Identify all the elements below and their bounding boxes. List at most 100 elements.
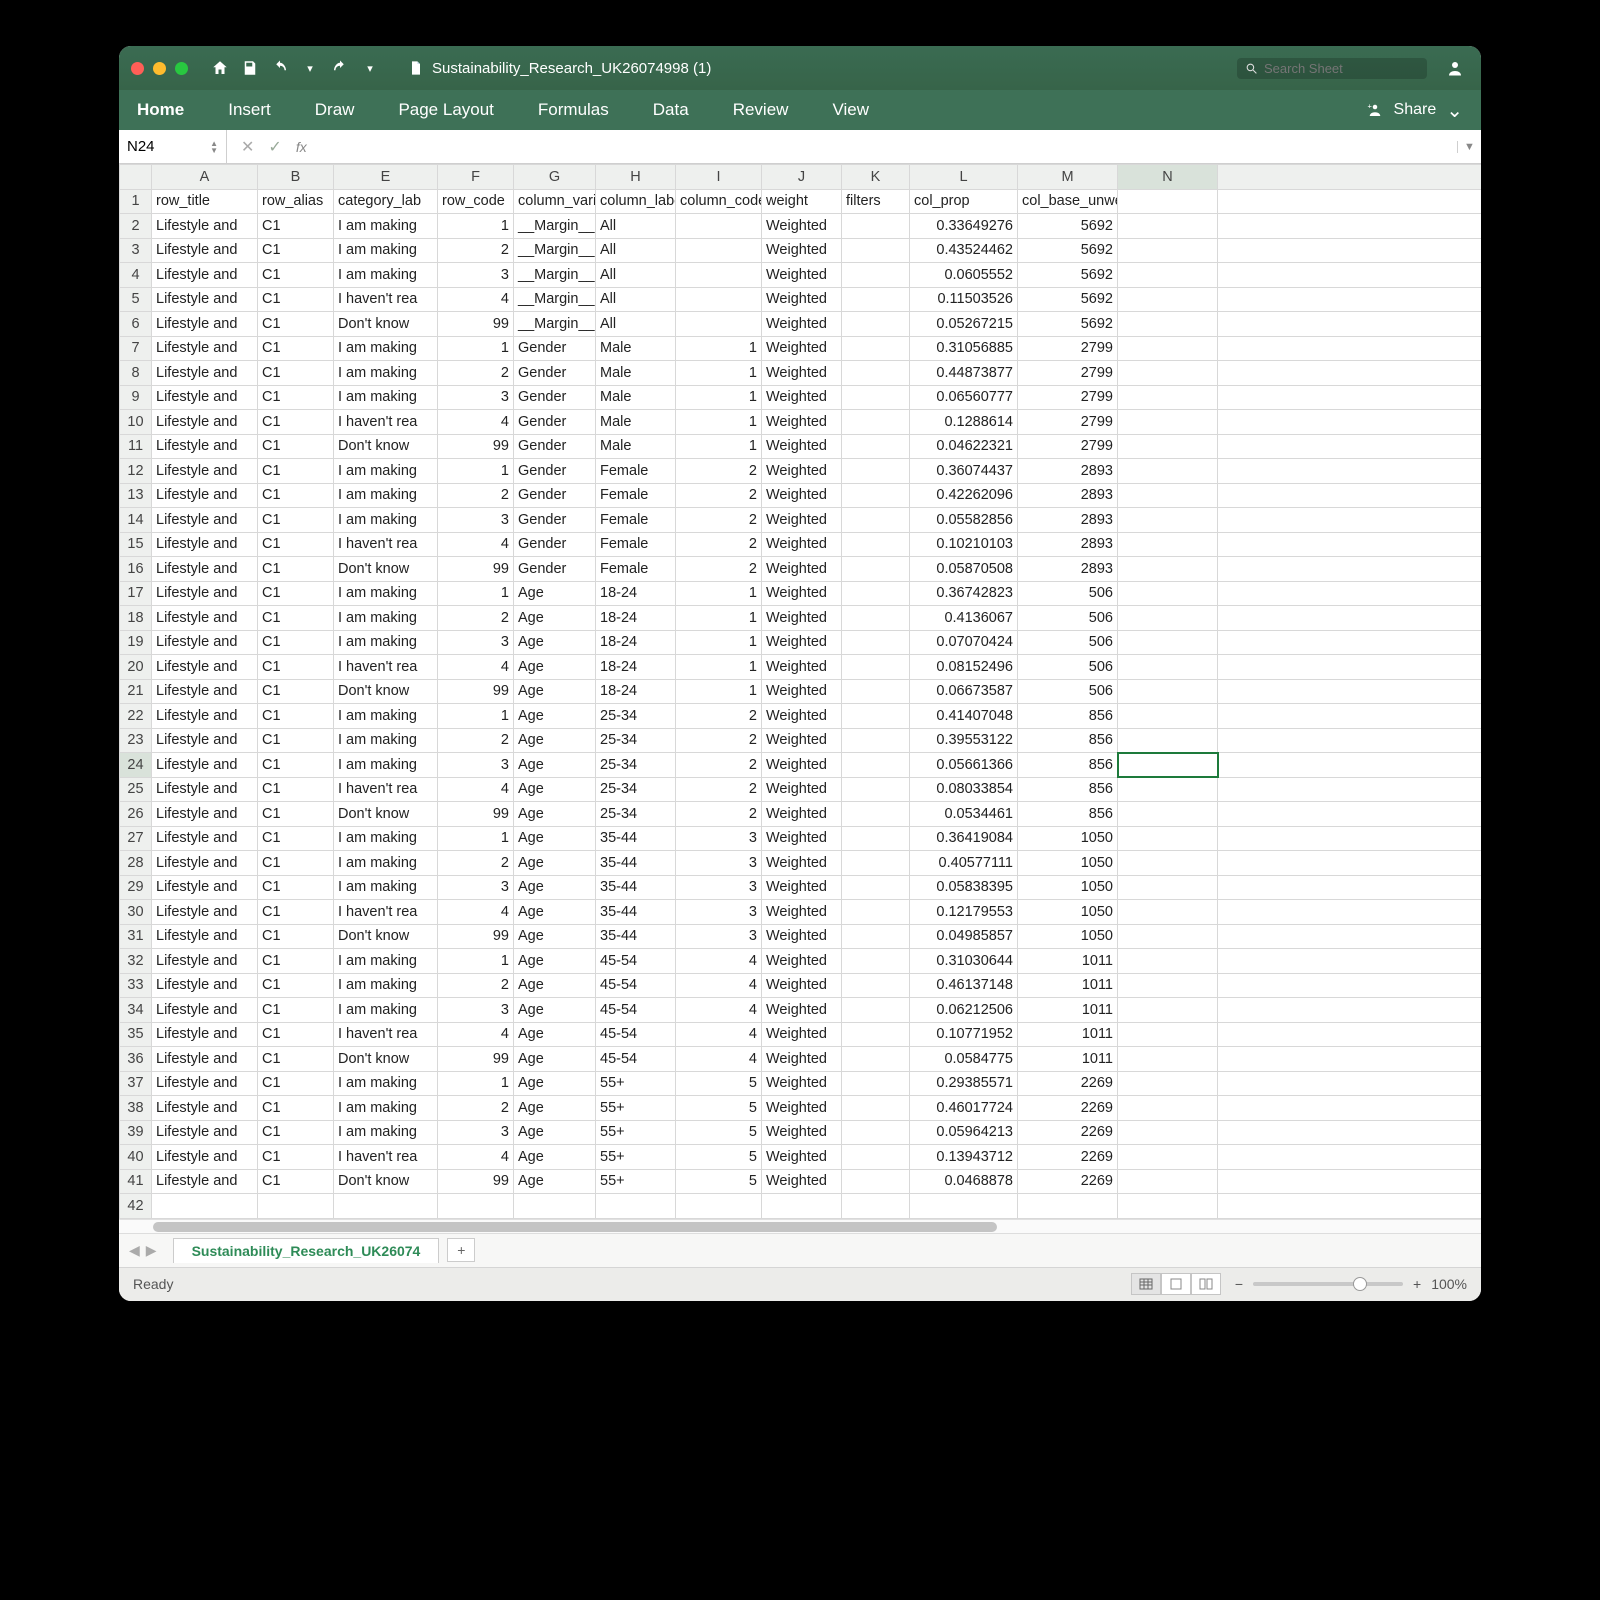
row-header[interactable]: 41 [120,1169,152,1194]
zoom-out-button[interactable]: − [1235,1276,1243,1292]
cell[interactable]: I haven't rea [334,777,438,802]
cell[interactable]: 2 [676,802,762,827]
cell[interactable] [842,238,910,263]
cell[interactable]: 99 [438,679,514,704]
cell[interactable]: Age [514,581,596,606]
cell[interactable]: 0.06560777 [910,385,1018,410]
cell[interactable]: C1 [258,459,334,484]
cell[interactable]: C1 [258,1120,334,1145]
cell[interactable]: 1050 [1018,826,1118,851]
cell[interactable]: Lifestyle and [152,459,258,484]
cell[interactable]: Weighted [762,851,842,876]
cell[interactable]: Lifestyle and [152,1120,258,1145]
cell[interactable]: 0.39553122 [910,728,1018,753]
cell[interactable]: Weighted [762,1071,842,1096]
cell[interactable]: 25-34 [596,728,676,753]
cell[interactable]: Age [514,1022,596,1047]
cell[interactable] [676,1194,762,1219]
cell[interactable]: Lifestyle and [152,802,258,827]
cell[interactable]: 35-44 [596,875,676,900]
cell[interactable] [842,826,910,851]
cell[interactable]: 3 [438,263,514,288]
cell[interactable]: 1 [438,949,514,974]
cell[interactable]: 2 [676,704,762,729]
cell[interactable]: Lifestyle and [152,924,258,949]
cell[interactable]: C1 [258,924,334,949]
row-header[interactable]: 2 [120,214,152,239]
cell[interactable]: 99 [438,1169,514,1194]
cell[interactable]: I am making [334,851,438,876]
cell[interactable] [1118,875,1218,900]
cell[interactable]: col_base_unweighted [1018,189,1118,214]
cell[interactable] [1118,1022,1218,1047]
cell[interactable]: 2 [438,851,514,876]
cell[interactable]: I am making [334,630,438,655]
cell[interactable] [842,606,910,631]
row-header[interactable]: 26 [120,802,152,827]
cell[interactable]: 1011 [1018,973,1118,998]
row-header[interactable]: 24 [120,753,152,778]
cell[interactable]: Weighted [762,508,842,533]
next-sheet-icon[interactable]: ▶ [146,1242,157,1259]
row-header[interactable]: 37 [120,1071,152,1096]
cell[interactable]: 1011 [1018,1022,1118,1047]
cell[interactable]: 3 [438,1120,514,1145]
cell[interactable]: 55+ [596,1071,676,1096]
tab-page-layout[interactable]: Page Layout [398,100,493,120]
cell[interactable]: 35-44 [596,851,676,876]
cell[interactable]: Lifestyle and [152,875,258,900]
cell[interactable]: C1 [258,263,334,288]
cell[interactable]: 1 [438,1071,514,1096]
cell[interactable]: 4 [438,777,514,802]
cell[interactable]: Male [596,385,676,410]
cell[interactable]: 2893 [1018,459,1118,484]
cell[interactable]: 45-54 [596,949,676,974]
normal-view-button[interactable] [1131,1273,1161,1295]
redo-icon[interactable] [326,59,354,77]
cell[interactable]: column_varia [514,189,596,214]
cell[interactable]: 4 [438,532,514,557]
column-header-M[interactable]: M [1018,165,1118,190]
prev-sheet-icon[interactable]: ◀ [129,1242,140,1259]
cell[interactable]: 35-44 [596,924,676,949]
cell[interactable] [842,777,910,802]
cell[interactable]: 0.0584775 [910,1047,1018,1072]
cell[interactable]: C1 [258,704,334,729]
row-header[interactable]: 10 [120,410,152,435]
row-header[interactable]: 18 [120,606,152,631]
cell[interactable]: Weighted [762,336,842,361]
cell[interactable]: Lifestyle and [152,263,258,288]
cell[interactable]: category_lab [334,189,438,214]
cell[interactable]: Age [514,900,596,925]
cell[interactable] [762,1194,842,1219]
cell[interactable]: Age [514,1145,596,1170]
cell[interactable]: 2 [676,532,762,557]
cell[interactable]: Age [514,875,596,900]
cell[interactable]: Lifestyle and [152,214,258,239]
cell[interactable]: 1 [676,385,762,410]
row-header[interactable]: 28 [120,851,152,876]
cell[interactable]: I am making [334,973,438,998]
cell[interactable]: 0.12179553 [910,900,1018,925]
cell[interactable]: 55+ [596,1169,676,1194]
cell[interactable] [334,1194,438,1219]
cell[interactable]: 5692 [1018,312,1118,337]
cell[interactable]: Weighted [762,949,842,974]
cell[interactable]: 1 [676,655,762,680]
cell[interactable] [842,483,910,508]
cell[interactable]: Age [514,1169,596,1194]
cell[interactable]: 18-24 [596,655,676,680]
cell[interactable] [1118,679,1218,704]
cell[interactable]: Weighted [762,875,842,900]
cell[interactable]: All [596,238,676,263]
cell[interactable]: Weighted [762,361,842,386]
column-header-N[interactable]: N [1118,165,1218,190]
name-box[interactable]: N24 ▲▼ [119,130,227,163]
row-header[interactable]: 14 [120,508,152,533]
cell[interactable]: I am making [334,1096,438,1121]
cell[interactable]: 1 [676,581,762,606]
cell[interactable]: Lifestyle and [152,1022,258,1047]
cell[interactable] [1118,214,1218,239]
cell[interactable]: C1 [258,1096,334,1121]
cell[interactable]: Weighted [762,1022,842,1047]
